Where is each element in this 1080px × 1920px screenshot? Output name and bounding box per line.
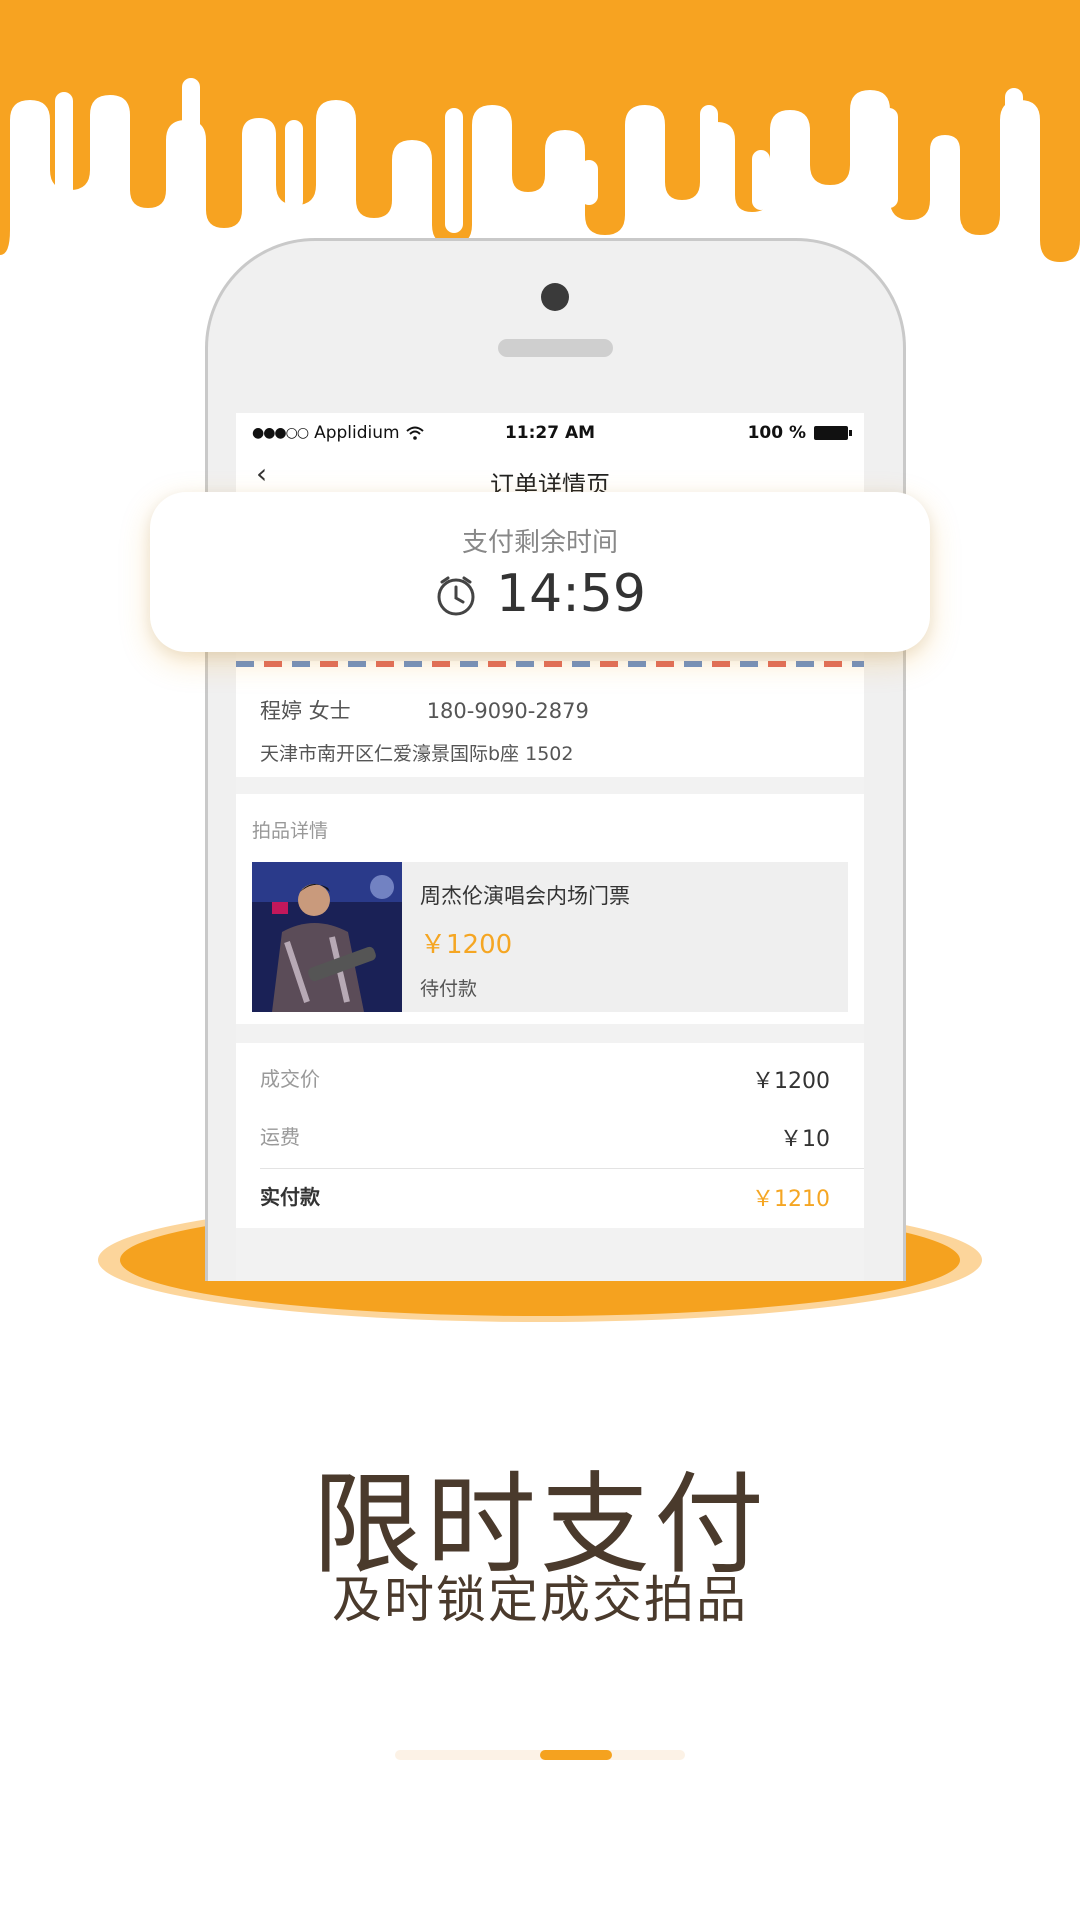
address-card[interactable]: 程婷 女士 180-9090-2879 天津市南开区仁爱濠景国际b座 1502 bbox=[236, 667, 864, 777]
battery-icon bbox=[814, 426, 852, 440]
item-status: 待付款 bbox=[420, 978, 478, 1000]
phone-speaker bbox=[498, 339, 613, 357]
item-row[interactable]: 周杰伦演唱会内场门票 ￥1200 待付款 bbox=[252, 862, 848, 1012]
item-name: 周杰伦演唱会内场门票 bbox=[420, 884, 630, 908]
countdown-value: 14:59 bbox=[496, 564, 646, 624]
countdown-card: 支付剩余时间 14:59 bbox=[150, 492, 930, 652]
recipient-name: 程婷 女士 bbox=[260, 699, 351, 723]
countdown-label: 支付剩余时间 bbox=[461, 528, 618, 558]
stopwatch-icon bbox=[437, 576, 475, 616]
total-value: ￥1210 bbox=[752, 1187, 830, 1212]
item-card: 拍品详情 周杰伦演唱会内场门票 ￥1200 待付款 bbox=[236, 794, 864, 1024]
phone-mockup: ●●●○○ Applidium 11:27 AM 100 % ‹ 订单详情页 程… bbox=[205, 238, 906, 1281]
price-summary-card: 成交价 ￥1200 运费 ￥10 实付款 ￥1210 bbox=[236, 1043, 864, 1228]
item-price: ￥1200 bbox=[420, 930, 513, 960]
shipping-label: 运费 bbox=[260, 1125, 300, 1149]
deal-price-value: ￥1200 bbox=[752, 1069, 830, 1094]
page-indicator bbox=[395, 1750, 685, 1760]
item-thumbnail bbox=[252, 862, 402, 1012]
subheadline: 及时锁定成交拍品 bbox=[332, 1571, 748, 1629]
shipping-value: ￥10 bbox=[780, 1127, 830, 1152]
recipient-phone: 180-9090-2879 bbox=[426, 699, 589, 723]
page-indicator-active bbox=[540, 1750, 612, 1760]
price-divider bbox=[260, 1168, 864, 1169]
item-section-title: 拍品详情 bbox=[252, 820, 329, 842]
battery-label: 100 % bbox=[747, 423, 806, 443]
recipient-address: 天津市南开区仁爱濠景国际b座 1502 bbox=[260, 743, 574, 765]
deal-price-label: 成交价 bbox=[260, 1067, 320, 1091]
total-label: 实付款 bbox=[260, 1185, 320, 1209]
phone-camera bbox=[541, 283, 569, 311]
status-bar: ●●●○○ Applidium 11:27 AM 100 % bbox=[236, 413, 864, 453]
